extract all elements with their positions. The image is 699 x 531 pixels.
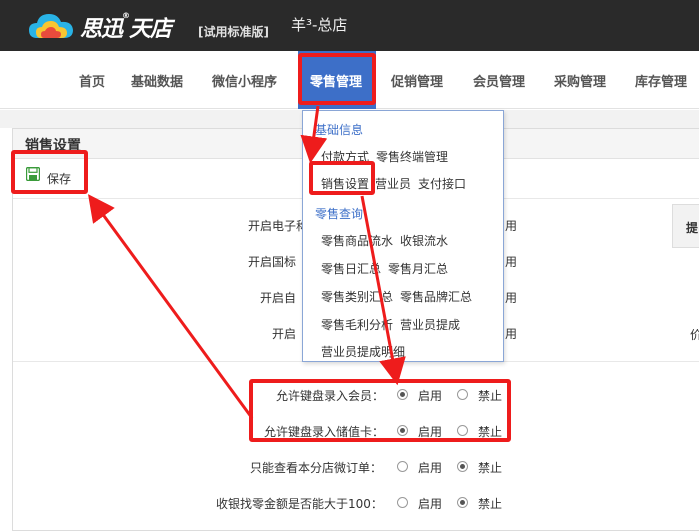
logo-registered: ® <box>122 11 130 20</box>
logo-text: 思迅®天店 <box>80 11 172 43</box>
form-label-open: 开启 <box>272 327 297 341</box>
nav-member[interactable]: 会员管理 <box>473 71 525 90</box>
right-side-label: 提 <box>686 221 699 235</box>
annotation-box-keyboard-options <box>249 379 511 442</box>
nav-home[interactable]: 首页 <box>79 71 105 90</box>
form-value-electronic-scale: 用 <box>505 219 518 233</box>
radio-change-over-100-disable[interactable] <box>457 497 468 508</box>
form-value-open: 用 <box>505 327 518 341</box>
store-name[interactable]: 羊³-总店 <box>291 14 347 35</box>
form-label-auto: 开启自 <box>260 291 297 305</box>
form-label-national-standard: 开启国标 <box>248 255 297 269</box>
cloud-logo-icon <box>29 14 73 38</box>
menu-item-retail-category[interactable]: 零售类别汇总 <box>321 288 393 305</box>
right-side-panel: 提 <box>672 204 699 248</box>
menu-item-retail-monthly[interactable]: 零售月汇总 <box>388 260 448 277</box>
form-value-auto: 用 <box>505 291 518 305</box>
radio-label-change-over-100-disable: 禁止 <box>478 497 503 511</box>
right-side-price-label: 价 <box>690 328 699 342</box>
menu-item-salesperson-commission[interactable]: 营业员提成 <box>400 316 460 333</box>
nav-promotion[interactable]: 促销管理 <box>391 71 443 90</box>
label-branch-orders-only: 只能查看本分店微订单： <box>250 461 383 475</box>
nav-basic-data[interactable]: 基础数据 <box>131 71 183 90</box>
logo-brand: 思迅 <box>80 17 123 42</box>
menu-item-retail-goods-flow[interactable]: 零售商品流水 <box>321 232 393 249</box>
annotation-box-sales-settings <box>309 161 375 195</box>
label-change-over-100: 收银找零金额是否能大于100： <box>216 497 383 511</box>
annotation-box-retail-nav <box>298 53 376 105</box>
menu-item-salesperson[interactable]: 营业员 <box>375 175 411 192</box>
retail-dropdown-menu: 基础信息 付款方式 零售终端管理 销售设置 营业员 支付接口 零售查询 零售商品… <box>302 110 504 362</box>
radio-branch-orders-disable[interactable] <box>457 461 468 472</box>
edition-label: [试用标准版] <box>198 25 269 39</box>
menu-group-basic-info: 基础信息 <box>315 123 364 137</box>
radio-label-branch-orders-enable: 启用 <box>418 461 443 475</box>
menu-item-retail-terminal[interactable]: 零售终端管理 <box>376 148 448 165</box>
nav-purchase[interactable]: 采购管理 <box>554 71 606 90</box>
logo-product: 天店 <box>129 17 172 42</box>
menu-item-cashier-flow[interactable]: 收银流水 <box>400 232 448 249</box>
radio-change-over-100-enable[interactable] <box>397 497 408 508</box>
nav-wechat-miniapp[interactable]: 微信小程序 <box>212 71 277 90</box>
nav-inventory[interactable]: 库存管理 <box>635 71 687 90</box>
menu-item-payment-interface[interactable]: 支付接口 <box>418 175 466 192</box>
radio-label-branch-orders-disable: 禁止 <box>478 461 503 475</box>
form-label-electronic-scale: 开启电子称 <box>248 219 309 233</box>
radio-label-change-over-100-enable: 启用 <box>418 497 443 511</box>
form-value-national-standard: 用 <box>505 255 518 269</box>
annotation-box-save <box>11 150 88 194</box>
menu-item-retail-brand[interactable]: 零售品牌汇总 <box>400 288 472 305</box>
radio-branch-orders-enable[interactable] <box>397 461 408 472</box>
menu-group-retail-query: 零售查询 <box>315 207 364 221</box>
menu-item-retail-daily[interactable]: 零售日汇总 <box>321 260 381 277</box>
top-bar: 思迅®天店 [试用标准版] 羊³-总店 <box>0 0 699 51</box>
menu-item-gross-profit[interactable]: 零售毛利分析 <box>321 316 393 333</box>
menu-item-commission-detail[interactable]: 营业员提成明细 <box>321 343 405 360</box>
